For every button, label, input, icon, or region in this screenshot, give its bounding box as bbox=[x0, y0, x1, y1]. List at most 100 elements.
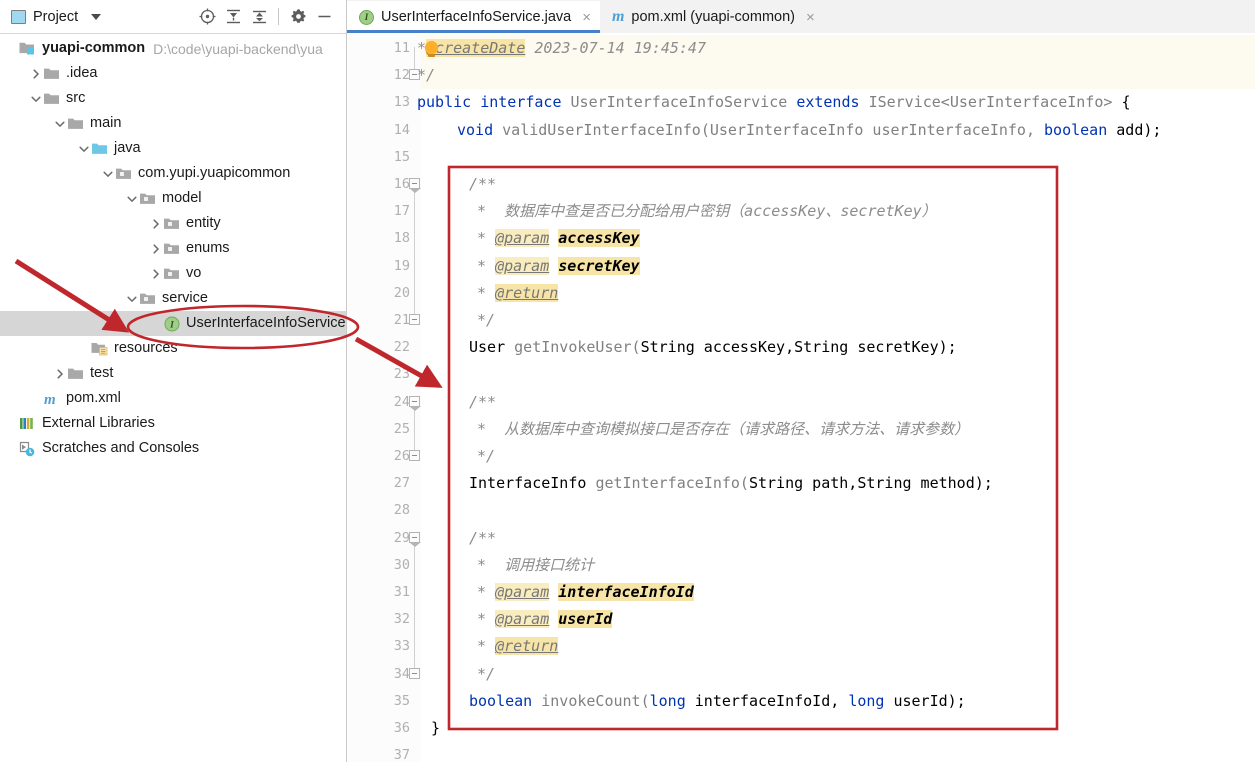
code-line-31[interactable]: * @param interfaceInfoId bbox=[477, 583, 694, 601]
javadoc-close: */ bbox=[477, 664, 496, 683]
tree-item-label: java bbox=[114, 140, 141, 157]
chevron-down-icon[interactable] bbox=[91, 13, 102, 20]
javadoc-tag-param: @param bbox=[495, 256, 550, 275]
tree-item-idea[interactable]: .idea bbox=[0, 61, 346, 86]
code-line-21[interactable]: */ bbox=[477, 311, 495, 329]
tree-item-main[interactable]: main bbox=[0, 111, 346, 136]
chevron-right-icon[interactable] bbox=[149, 217, 163, 231]
folder-icon bbox=[43, 91, 60, 107]
tab-label: UserInterfaceInfoService.java bbox=[381, 9, 572, 25]
keyword-interface: interface bbox=[480, 93, 562, 112]
code-line-26[interactable]: */ bbox=[477, 447, 495, 465]
project-tree[interactable]: yuapi-common D:\code\yuapi-backend\yua .id… bbox=[0, 33, 346, 762]
tab-userinterfaceinfoservice[interactable]: I UserInterfaceInfoService.java × bbox=[347, 1, 600, 33]
chevron-down-icon[interactable] bbox=[29, 92, 43, 106]
chevron-right-icon[interactable] bbox=[149, 242, 163, 256]
javadoc-param-name: interfaceInfoId bbox=[558, 583, 694, 601]
code-line-13[interactable]: public interface UserInterfaceInfoServic… bbox=[417, 93, 1130, 111]
tree-item-label: src bbox=[66, 90, 86, 107]
code-line-20[interactable]: * @return bbox=[477, 283, 559, 302]
javadoc-description: 从数据库中查询模拟接口是否存在（请求路径、请求方法、请求参数） bbox=[504, 419, 970, 438]
code-line-14[interactable]: void validUserInterfaceInfo(UserInterfac… bbox=[457, 121, 1161, 139]
code-line-24[interactable]: /** bbox=[469, 393, 496, 411]
chevron-right-icon[interactable] bbox=[149, 267, 163, 281]
code-line-36[interactable]: } bbox=[431, 719, 440, 737]
comment-star: * bbox=[477, 610, 487, 629]
code-line-25[interactable]: * 从数据库中查询模拟接口是否存在（请求路径、请求方法、请求参数） bbox=[477, 420, 969, 438]
tree-item-label: enums bbox=[186, 240, 230, 257]
code-editor[interactable]: 11 12 13 14 15 16 17 18 19 20 21 22 23 24 25 26 27 28 29 30… bbox=[347, 33, 1255, 762]
code-line-22[interactable]: User getInvokeUser(String accessKey,Stri… bbox=[469, 338, 957, 356]
collapse-all-icon[interactable] bbox=[220, 4, 246, 30]
minimize-icon[interactable] bbox=[311, 4, 337, 30]
locate-icon[interactable] bbox=[194, 4, 220, 30]
tree-item-entity[interactable]: entity bbox=[0, 211, 346, 236]
settings-gear-icon[interactable] bbox=[285, 4, 311, 30]
tree-item-src[interactable]: src bbox=[0, 86, 346, 111]
keyword-long: long bbox=[649, 691, 686, 710]
tree-item-test[interactable]: test bbox=[0, 361, 346, 386]
tree-item-model[interactable]: model bbox=[0, 186, 346, 211]
chevron-down-icon[interactable] bbox=[125, 292, 139, 306]
tree-item-pom-xml[interactable]: m pom.xml bbox=[0, 386, 346, 411]
closing-brace: } bbox=[431, 719, 441, 737]
fold-toggle-34[interactable] bbox=[409, 667, 420, 679]
tree-item-java[interactable]: java bbox=[0, 136, 346, 161]
code-line-27[interactable]: InterfaceInfo getInterfaceInfo(String pa… bbox=[469, 474, 993, 492]
chevron-down-icon[interactable] bbox=[77, 142, 91, 156]
fold-toggle-16[interactable] bbox=[409, 178, 421, 193]
param-tail: add); bbox=[1116, 120, 1162, 139]
tree-item-enums[interactable]: enums bbox=[0, 236, 346, 261]
comment-star: * bbox=[477, 555, 487, 574]
maven-icon: m bbox=[611, 8, 625, 25]
fold-toggle-26[interactable] bbox=[409, 450, 420, 461]
project-tool-window: Project yuapi-common D:\code\yuapi-backe… bbox=[0, 0, 347, 762]
code-line-18[interactable]: * @param accessKey bbox=[477, 229, 640, 248]
fold-toggle-24[interactable] bbox=[409, 395, 421, 411]
code-line-17[interactable]: * 数据库中查是否已分配给用户密钥（accessKey、secretKey） bbox=[477, 202, 937, 220]
project-title-button[interactable]: Project bbox=[0, 9, 102, 25]
tree-item-vo[interactable]: vo bbox=[0, 261, 346, 286]
code-line-35[interactable]: boolean invokeCount(long interfaceInfoId… bbox=[469, 692, 966, 710]
javadoc-close: */ bbox=[477, 311, 496, 329]
brace: { bbox=[1121, 93, 1131, 112]
code-line-32[interactable]: * @param userId bbox=[477, 610, 613, 629]
tab-pom[interactable]: m pom.xml (yuapi-common) × bbox=[600, 1, 824, 33]
code-line-19[interactable]: * @param secretKey bbox=[477, 256, 640, 275]
tree-item-external-libraries[interactable]: External Libraries bbox=[0, 411, 346, 436]
tree-item-yuapi-common[interactable]: yuapi-common D:\code\yuapi-backend\yua bbox=[0, 36, 346, 61]
supertype: IService<UserInterfaceInfo> bbox=[868, 93, 1113, 112]
tree-item-com-yupi-yuapicommon[interactable]: com.yupi.yuapicommon bbox=[0, 161, 346, 186]
java-interface-icon: I bbox=[359, 9, 374, 25]
code-line-30[interactable]: * 调用接口统计 bbox=[477, 556, 594, 574]
close-icon[interactable]: × bbox=[578, 10, 591, 25]
javadoc-open: /** bbox=[469, 175, 497, 193]
tree-item-scratches-and-consoles[interactable]: Scratches and Consoles bbox=[0, 436, 346, 461]
chevron-down-icon[interactable] bbox=[125, 192, 139, 206]
tree-twisty-spacer bbox=[5, 417, 19, 431]
chevron-right-icon[interactable] bbox=[29, 67, 43, 81]
code-folding-rail[interactable] bbox=[409, 33, 421, 762]
tree-item-resources[interactable]: resources bbox=[0, 336, 346, 361]
tree-item-userinterfaceinfoservice[interactable]: I UserInterfaceInfoService bbox=[0, 311, 346, 336]
tree-twisty-spacer bbox=[29, 392, 43, 406]
chevron-down-icon[interactable] bbox=[101, 167, 115, 181]
intention-bulb-icon[interactable] bbox=[425, 41, 438, 57]
tree-twisty-spacer bbox=[5, 442, 19, 456]
code-line-12[interactable]: */ bbox=[417, 66, 435, 84]
code-line-33[interactable]: * @return bbox=[477, 637, 559, 656]
chevron-down-icon[interactable] bbox=[53, 117, 67, 131]
method-name: getInterfaceInfo( bbox=[595, 474, 749, 493]
tree-item-label: External Libraries bbox=[42, 415, 155, 432]
chevron-right-icon[interactable] bbox=[53, 367, 67, 381]
source-root-folder-icon bbox=[91, 141, 108, 157]
close-icon[interactable]: × bbox=[802, 10, 815, 25]
code-line-11[interactable]: *@createDate 2023-07-14 19:45:47 bbox=[417, 39, 706, 57]
expand-all-icon[interactable] bbox=[246, 4, 272, 30]
tree-item-service[interactable]: service bbox=[0, 286, 346, 311]
code-line-16[interactable]: /** bbox=[469, 175, 496, 193]
fold-toggle-29[interactable] bbox=[409, 531, 421, 547]
code-line-29[interactable]: /** bbox=[469, 529, 496, 547]
fold-toggle-21[interactable] bbox=[409, 314, 420, 325]
code-line-34[interactable]: */ bbox=[477, 665, 495, 683]
